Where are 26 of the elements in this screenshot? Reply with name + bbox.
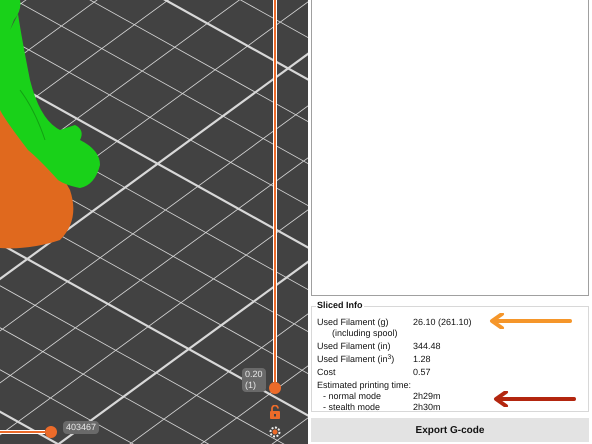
horizontal-slider-track[interactable] [0,430,45,434]
info-label: Used Filament (in) [317,341,392,352]
info-label: Estimated printing time: [317,380,412,391]
3d-viewport[interactable]: 0.20 (1) 403467 [0,0,308,444]
info-value: 2h29m [413,391,441,402]
layer-number-label: (1) [245,380,257,391]
info-label: Cost [317,367,337,378]
vertical-slider-track[interactable] [273,0,277,382]
group-title: Sliced Info [316,300,364,311]
export-gcode-button[interactable]: Export G-code [311,418,589,442]
info-value: 26.10 (261.10) [413,317,472,329]
lock-icon[interactable] [269,405,281,419]
slider-handle[interactable] [45,426,57,438]
info-value: 0.57 [413,367,431,378]
info-label: - normal mode [322,391,382,402]
layer-height-label: 0.20 [245,369,263,380]
info-sublabel: (including spool) [331,328,399,339]
slider-handle[interactable] [269,382,281,394]
info-label: - stealth mode [322,402,382,413]
info-value: 344.48 [413,341,441,352]
info-value: 1.28 [413,354,431,365]
info-label: Used Filament (g) [317,317,390,328]
settings-icon[interactable] [269,426,281,438]
info-value: 2h30m [413,402,441,413]
move-count-tooltip: 403467 [63,421,100,434]
info-label: Used Filament (in$^{3}$) [317,354,396,365]
